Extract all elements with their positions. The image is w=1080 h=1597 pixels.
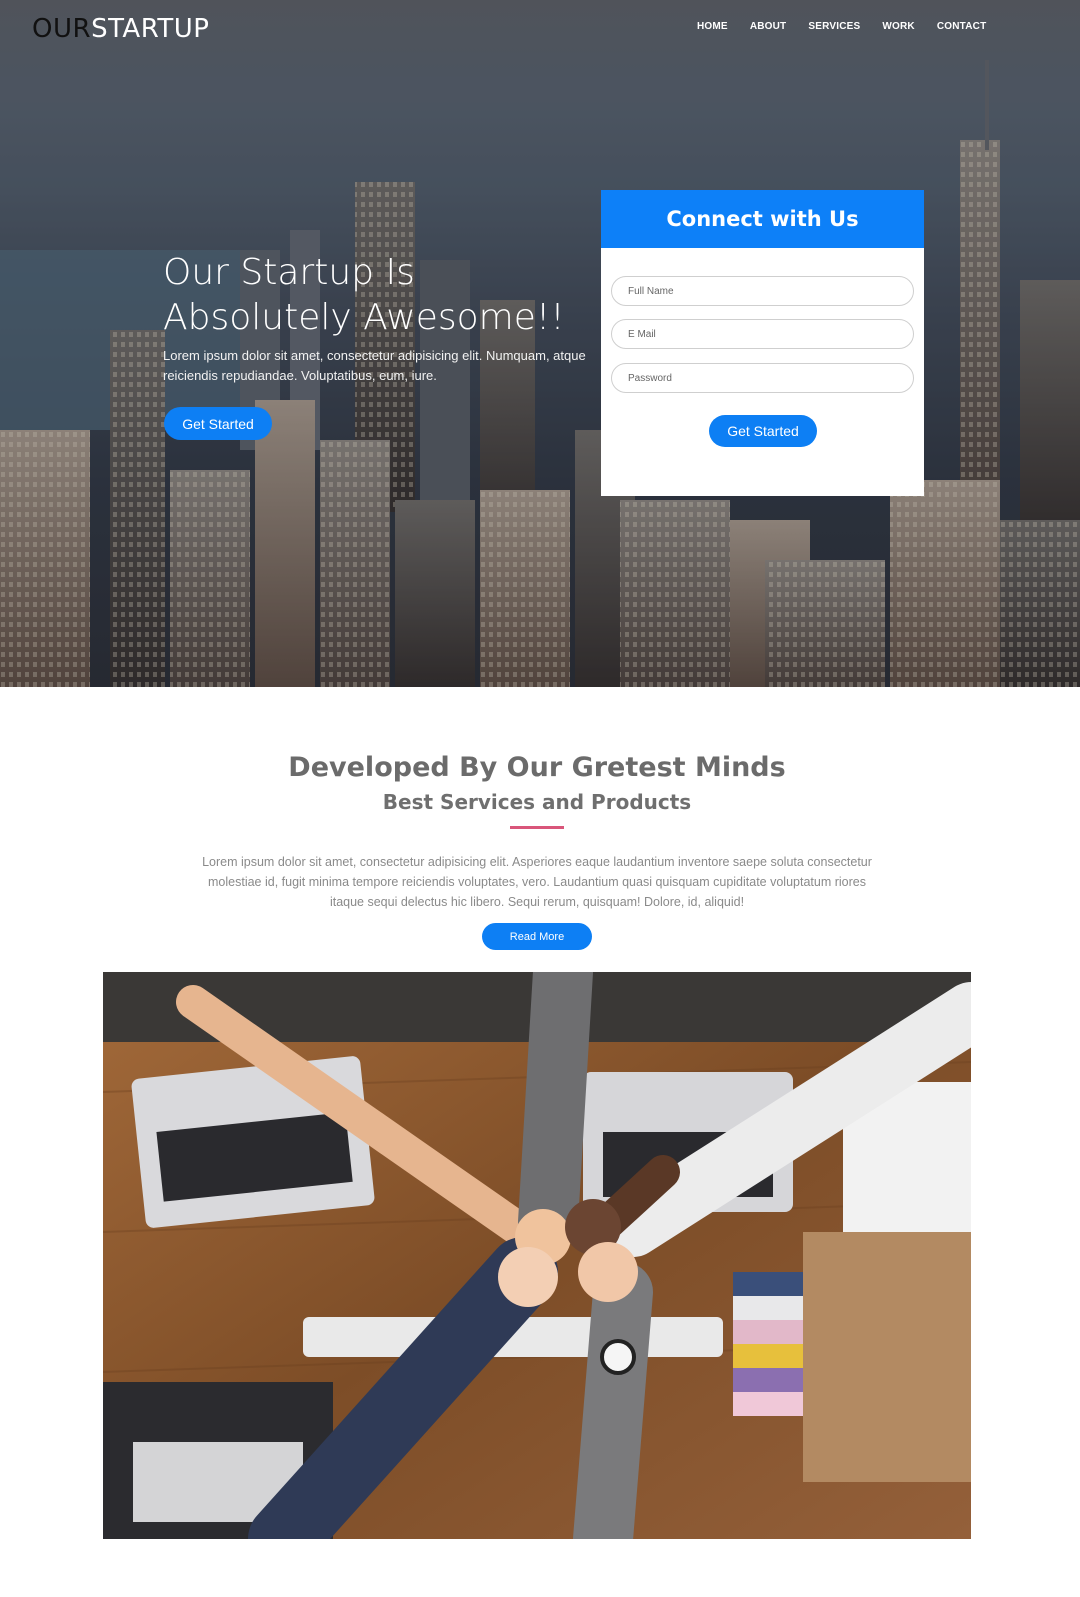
section-text: Lorem ipsum dolor sit amet, consectetur … (202, 855, 872, 909)
main-nav: HOME ABOUT SERVICES WORK CONTACT (697, 21, 986, 32)
full-name-input[interactable] (611, 276, 914, 306)
section-subtitle: Best Services and Products (382, 790, 692, 814)
nav-link-home[interactable]: HOME (697, 21, 728, 32)
nav-link-contact[interactable]: CONTACT (937, 21, 987, 32)
password-input[interactable] (611, 363, 914, 393)
form-get-started-button[interactable]: Get Started (709, 415, 817, 447)
hero-get-started-button[interactable]: Get Started (164, 407, 272, 440)
email-input[interactable] (611, 319, 914, 349)
hero-text: Lorem ipsum dolor sit amet, consectetur … (163, 348, 586, 383)
logo-text-dark: OUR (32, 14, 92, 44)
hero-title: Our Startup Is Absolutely Awesome!! (163, 252, 565, 338)
form-title: Connect with Us (601, 190, 924, 248)
section-divider (510, 826, 564, 829)
logo-text-light: STARTUP (91, 14, 210, 44)
nav-link-about[interactable]: ABOUT (750, 21, 787, 32)
team-fist-bump-image (103, 972, 971, 1539)
section-title: Developed By Our Gretest Minds (288, 752, 786, 783)
hero-section: OURSTARTUP HOME ABOUT SERVICES WORK CONT… (0, 0, 1080, 687)
brand-logo[interactable]: OURSTARTUP (32, 14, 209, 44)
connect-form-card: Connect with Us Get Started (601, 190, 924, 496)
nav-link-services[interactable]: SERVICES (808, 21, 860, 32)
nav-link-work[interactable]: WORK (882, 21, 914, 32)
read-more-button[interactable]: Read More (482, 923, 592, 950)
